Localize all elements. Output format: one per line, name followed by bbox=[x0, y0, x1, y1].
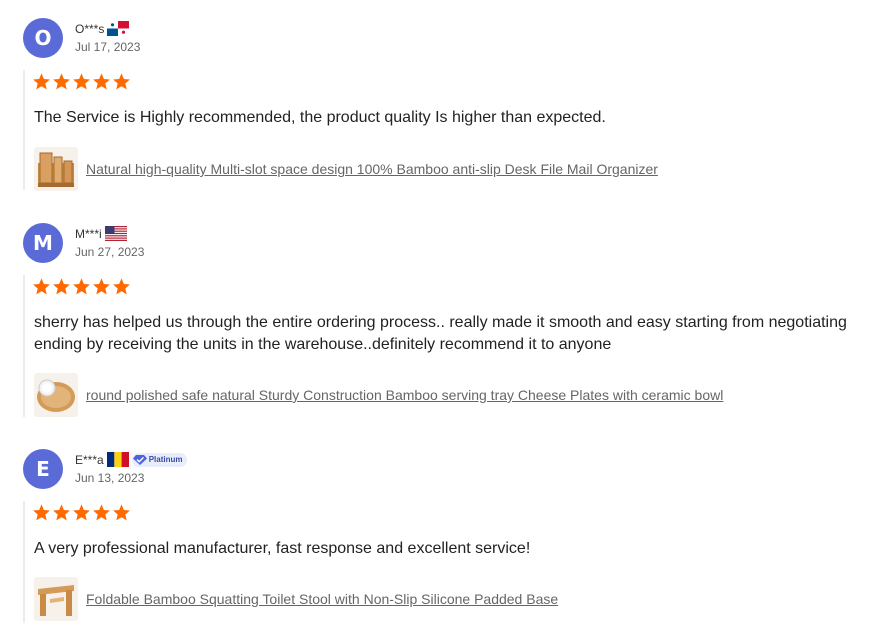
serving-tray-thumbnail[interactable] bbox=[34, 373, 78, 417]
usa-flag-icon bbox=[104, 226, 127, 241]
toilet-stool-thumbnail[interactable] bbox=[34, 577, 78, 621]
platinum-badge: Platinum bbox=[131, 452, 188, 467]
avatar: M bbox=[23, 223, 63, 263]
review-divider bbox=[23, 501, 25, 623]
review-text: sherry has helped us through the entire … bbox=[34, 314, 847, 353]
panama-flag-icon bbox=[107, 21, 130, 36]
review-item: O O***s Jul 17, 2023 The Service is High… bbox=[0, 18, 878, 198]
star-icon bbox=[33, 278, 50, 295]
avatar: O bbox=[23, 18, 63, 58]
reviewer-name: O***s bbox=[75, 21, 105, 36]
star-icon bbox=[93, 278, 110, 295]
product-link-row[interactable]: Natural high-quality Multi-slot space de… bbox=[34, 147, 658, 191]
star-rating bbox=[32, 72, 131, 91]
star-icon bbox=[93, 504, 110, 521]
reviewer-name-row: O***s bbox=[75, 21, 130, 36]
star-icon bbox=[73, 278, 90, 295]
romania-flag-icon bbox=[106, 452, 129, 467]
review-text: A very professional manufacturer, fast r… bbox=[34, 540, 531, 557]
badge-label: Platinum bbox=[148, 455, 183, 464]
star-icon bbox=[93, 73, 110, 90]
review-text: The Service is Highly recommended, the p… bbox=[34, 109, 606, 126]
star-rating bbox=[32, 503, 131, 522]
verified-diamond-icon bbox=[132, 454, 147, 465]
reviewer-name: E***a bbox=[75, 452, 104, 467]
product-link-row[interactable]: Foldable Bamboo Squatting Toilet Stool w… bbox=[34, 577, 558, 621]
star-icon bbox=[113, 73, 130, 90]
product-link-row[interactable]: round polished safe natural Sturdy Const… bbox=[34, 373, 723, 417]
product-link[interactable]: Natural high-quality Multi-slot space de… bbox=[86, 161, 658, 177]
review-divider bbox=[23, 275, 25, 417]
star-rating bbox=[32, 277, 131, 296]
star-icon bbox=[33, 73, 50, 90]
star-icon bbox=[73, 504, 90, 521]
review-date: Jun 13, 2023 bbox=[75, 471, 145, 485]
reviewer-name-row: E***a Platinum bbox=[75, 452, 188, 467]
review-date: Jun 27, 2023 bbox=[75, 245, 145, 259]
reviewer-name: M***i bbox=[75, 226, 102, 241]
star-icon bbox=[73, 73, 90, 90]
avatar: E bbox=[23, 449, 63, 489]
product-link[interactable]: round polished safe natural Sturdy Const… bbox=[86, 387, 723, 403]
desk-organizer-thumbnail[interactable] bbox=[34, 147, 78, 191]
star-icon bbox=[33, 504, 50, 521]
reviewer-name-row: M***i bbox=[75, 226, 127, 241]
product-link[interactable]: Foldable Bamboo Squatting Toilet Stool w… bbox=[86, 591, 558, 607]
star-icon bbox=[53, 278, 70, 295]
review-date: Jul 17, 2023 bbox=[75, 40, 141, 54]
star-icon bbox=[53, 73, 70, 90]
review-divider bbox=[23, 70, 25, 190]
star-icon bbox=[113, 278, 130, 295]
review-item: E E***a Platinum Jun 13, 2023 A very pro… bbox=[0, 449, 878, 626]
star-icon bbox=[113, 504, 130, 521]
star-icon bbox=[53, 504, 70, 521]
review-item: M M***i Jun 27, 2023 sherry has helped u… bbox=[0, 223, 878, 423]
